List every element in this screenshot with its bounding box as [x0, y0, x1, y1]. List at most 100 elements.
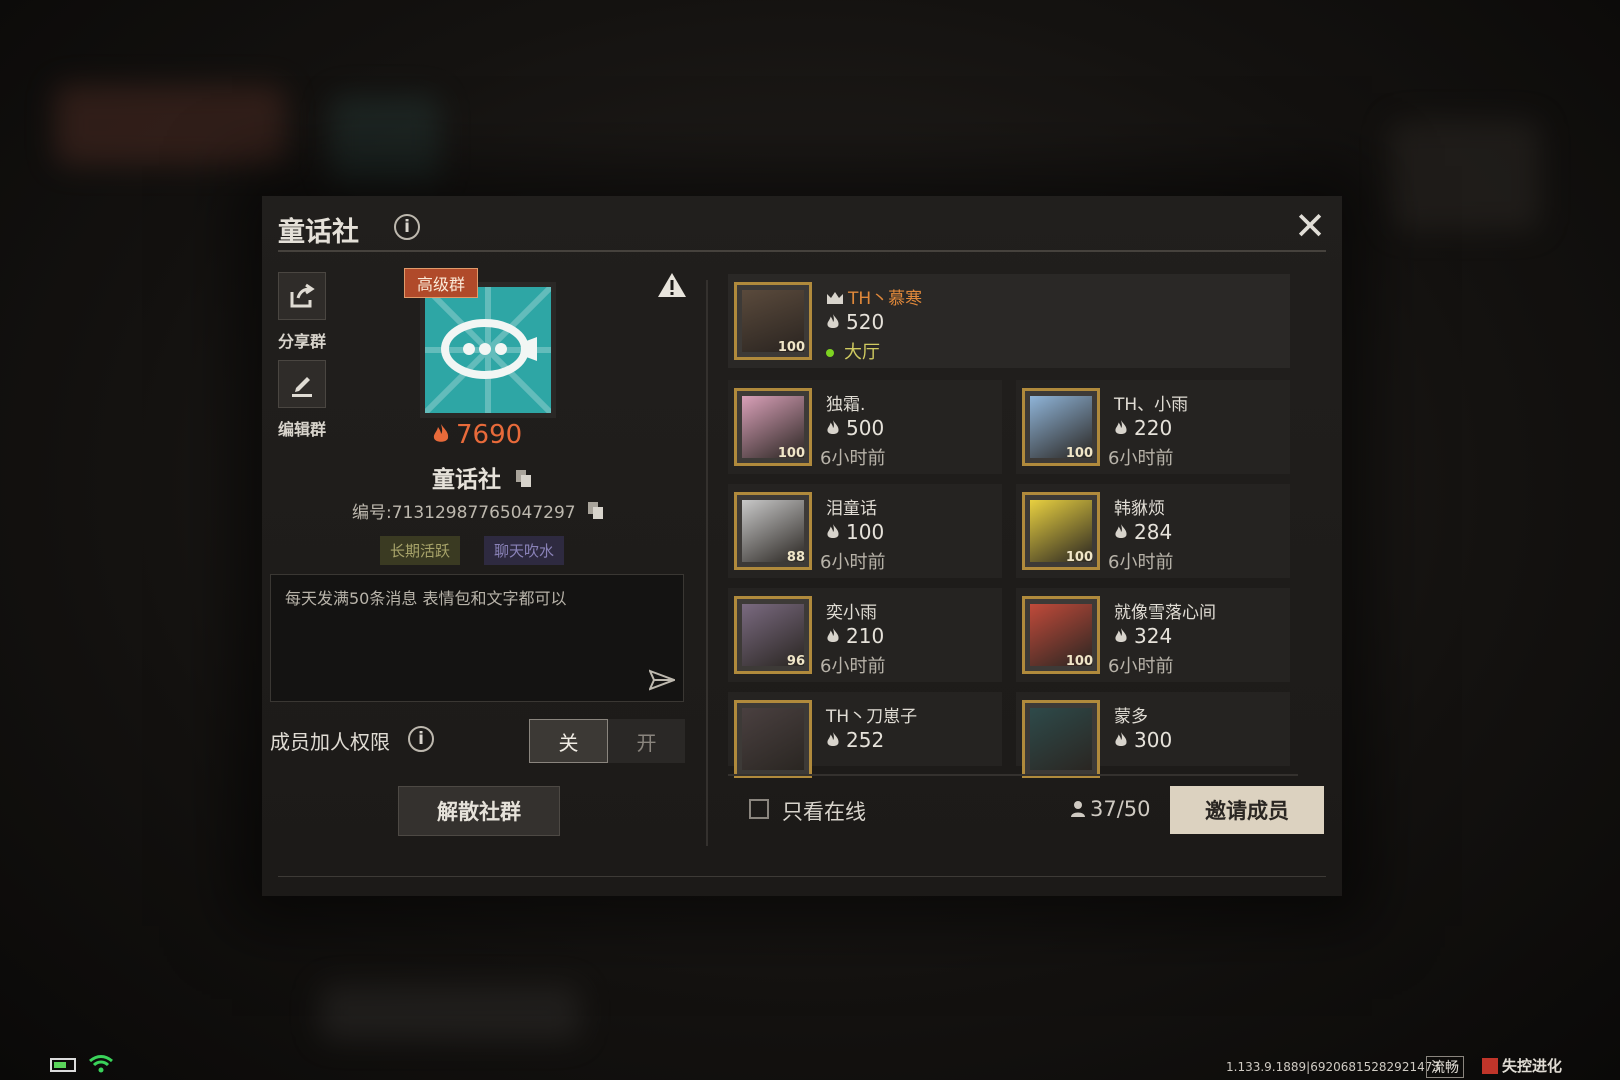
- permission-off-option[interactable]: 关: [529, 719, 608, 763]
- share-group-button[interactable]: 分享群: [272, 272, 332, 352]
- crown-icon: [827, 292, 843, 304]
- member-name: TH、小雨: [1114, 395, 1189, 415]
- member-avatar: [734, 700, 812, 778]
- member-count: 37/50: [1070, 797, 1151, 821]
- close-icon[interactable]: ✕: [1294, 206, 1326, 246]
- game-logo-text: 失控进化: [1502, 1057, 1563, 1075]
- member-heat-value: 210: [846, 624, 885, 648]
- member-name: TH丶慕寒: [826, 284, 922, 309]
- member-heat-value: 100: [846, 520, 885, 544]
- member-avatar: 100: [1022, 388, 1100, 466]
- permission-on-option[interactable]: 开: [608, 719, 685, 763]
- permission-info-icon[interactable]: i: [408, 726, 434, 752]
- wifi-icon: [88, 1054, 114, 1078]
- online-dot: [826, 349, 834, 357]
- member-card[interactable]: 100 独霜. 500 6小时前: [728, 380, 1002, 474]
- member-heat: 520: [826, 310, 884, 334]
- group-dialog: 童话社 i ✕ 分享群 编辑群 高级群 7690 童话社 编号:71312987…: [262, 196, 1342, 896]
- member-location: 大厅: [826, 338, 880, 364]
- member-avatar: 96: [734, 596, 812, 674]
- member-card[interactable]: 蒙多 300: [1016, 692, 1290, 778]
- member-heat-value: 284: [1134, 520, 1173, 544]
- member-last-seen: 6小时前: [1108, 552, 1174, 573]
- member-card[interactable]: 100 就像雪落心间 324 6小时前: [1016, 588, 1290, 682]
- logo-mark-icon: [1482, 1058, 1498, 1074]
- list-separator: [728, 774, 1298, 776]
- online-only-label: 只看在线: [782, 800, 866, 824]
- member-heat-value: 300: [1134, 728, 1173, 752]
- member-heat-value: 324: [1134, 624, 1173, 648]
- invite-member-button[interactable]: 邀请成员: [1170, 786, 1324, 834]
- member-card[interactable]: TH丶刀崽子 252: [728, 692, 1002, 778]
- member-avatar: 100: [1022, 596, 1100, 674]
- member-heat-value: 220: [1134, 416, 1173, 440]
- member-card-owner[interactable]: 100 TH丶慕寒 520 大厅: [728, 274, 1290, 368]
- tag-long-active: 长期活跃: [380, 536, 461, 565]
- member-last-seen: 6小时前: [820, 552, 886, 573]
- group-avatar-frame[interactable]: [420, 282, 556, 418]
- member-card[interactable]: 100 韩貅烦 284 6小时前: [1016, 484, 1290, 578]
- member-heat: 252: [826, 728, 884, 752]
- dialog-title: 童话社: [278, 217, 359, 248]
- member-heat: 100: [826, 520, 884, 544]
- member-avatar: 100: [734, 388, 812, 466]
- flame-icon: [1115, 524, 1127, 539]
- member-heat: 300: [1114, 728, 1172, 752]
- send-icon[interactable]: [648, 669, 677, 695]
- member-name: 蒙多: [1114, 707, 1148, 727]
- member-count-text: 37/50: [1090, 797, 1151, 821]
- member-card[interactable]: 88 泪童话 100 6小时前: [728, 484, 1002, 578]
- flame-icon: [827, 524, 839, 539]
- member-heat: 284: [1114, 520, 1172, 544]
- version-text: 1.133.9.1889|69206815282921473: [1226, 1060, 1440, 1074]
- copy-icon[interactable]: [515, 469, 533, 489]
- member-heat: 220: [1114, 416, 1172, 440]
- group-id: 编号:71312987765047297: [352, 498, 605, 523]
- dissolve-group-button[interactable]: 解散社群: [398, 786, 560, 836]
- copy-id-icon[interactable]: [587, 501, 605, 521]
- flame-icon: [827, 628, 839, 643]
- share-icon: [278, 272, 326, 320]
- flame-icon: [1115, 628, 1127, 643]
- dialog-header: 童话社 i ✕: [278, 206, 1326, 252]
- person-icon: [1071, 801, 1085, 817]
- member-heat-value: 500: [846, 416, 885, 440]
- group-avatar: [425, 287, 551, 413]
- group-name-text: 童话社: [432, 467, 501, 493]
- member-last-seen: 6小时前: [1108, 656, 1174, 677]
- flame-icon: [827, 420, 839, 435]
- flame-icon: [827, 732, 839, 747]
- member-card[interactable]: 96 奕小雨 210 6小时前: [728, 588, 1002, 682]
- member-last-seen: 6小时前: [820, 656, 886, 677]
- edit-group-label: 编辑群: [277, 420, 326, 439]
- member-avatar: 88: [734, 492, 812, 570]
- member-avatar: 100: [1022, 492, 1100, 570]
- panel-divider: [706, 280, 708, 846]
- background-blur: [330, 95, 440, 185]
- game-logo: 失控进化: [1482, 1055, 1562, 1076]
- member-avatar: 100: [734, 282, 812, 360]
- flame-icon: [1115, 420, 1127, 435]
- member-name: 就像雪落心间: [1114, 603, 1216, 623]
- permission-toggle[interactable]: 关 开: [529, 719, 685, 763]
- info-icon[interactable]: i: [394, 214, 420, 240]
- member-name: 独霜.: [826, 395, 866, 415]
- online-only-checkbox[interactable]: [749, 799, 769, 819]
- edit-group-button[interactable]: 编辑群: [272, 360, 332, 440]
- premium-badge: 高级群: [404, 268, 479, 298]
- share-group-label: 分享群: [277, 332, 326, 351]
- dialog-bottom-line: [278, 876, 1326, 877]
- pencil-icon: [278, 360, 326, 408]
- flame-icon: [827, 314, 839, 329]
- group-id-text: 编号:71312987765047297: [352, 503, 576, 523]
- report-warning-icon[interactable]: [657, 271, 687, 303]
- battery-icon: [50, 1058, 76, 1072]
- flame-icon: [433, 424, 449, 442]
- member-name: TH丶刀崽子: [826, 707, 918, 727]
- member-heat-value: 252: [846, 728, 885, 752]
- member-card[interactable]: 100 TH、小雨 220 6小时前: [1016, 380, 1290, 474]
- flame-icon: [1115, 732, 1127, 747]
- group-notice-input[interactable]: 每天发满50条消息 表情包和文字都可以: [270, 574, 684, 702]
- member-permission-label: 成员加人权限: [270, 730, 390, 754]
- member-last-seen: 6小时前: [1108, 448, 1174, 469]
